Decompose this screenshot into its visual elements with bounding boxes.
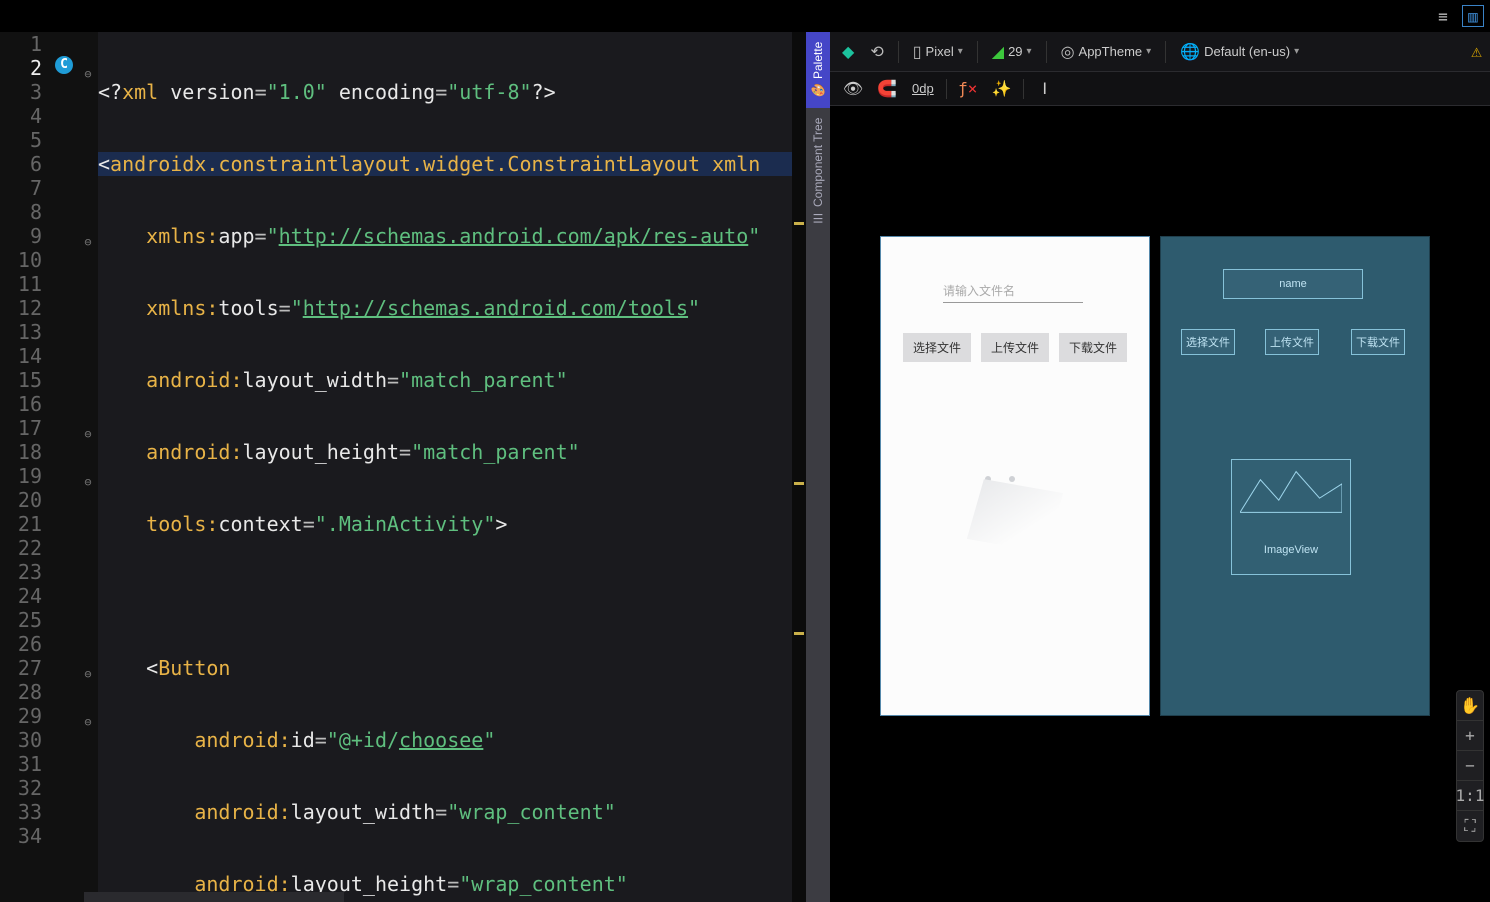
chevron-down-icon: ▾: [1294, 46, 1299, 57]
zoom-in-icon[interactable]: +: [1457, 721, 1483, 751]
layout-preview: ◆ ⟲ ▯Pixel▾ ◢29▾ ◎AppTheme▾ 🌐Default (en…: [830, 32, 1490, 902]
locale-select[interactable]: 🌐Default (en-us)▾: [1176, 40, 1303, 64]
chevron-down-icon: ▾: [1027, 46, 1032, 57]
preview-topbar: ◆ ⟲ ▯Pixel▾ ◢29▾ ◎AppTheme▾ 🌐Default (en…: [830, 32, 1490, 72]
annotation-gutter: C: [52, 32, 78, 902]
layout-icon[interactable]: ▥: [1462, 5, 1484, 27]
zoom-out-icon[interactable]: −: [1457, 751, 1483, 781]
bp-choose-file-button[interactable]: 选择文件: [1181, 329, 1235, 355]
palette-tab[interactable]: 🎨 Palette: [806, 32, 830, 108]
bp-upload-file-button[interactable]: 上传文件: [1265, 329, 1319, 355]
zoom-1-1-icon[interactable]: 1:1: [1457, 781, 1483, 811]
marker-bar[interactable]: [792, 32, 806, 902]
theme-select[interactable]: ◎AppTheme▾: [1057, 40, 1156, 64]
chevron-down-icon: ▾: [958, 46, 963, 57]
filename-input[interactable]: 请输入文件名: [943, 279, 1083, 303]
warning-icon[interactable]: ⚠: [1471, 41, 1482, 62]
bp-imageview[interactable]: ImageView: [1231, 459, 1351, 575]
image-placeholder-icon: [975, 456, 1055, 536]
stack-icon: ◆: [842, 42, 854, 62]
globe-icon: 🌐: [1180, 42, 1200, 62]
pan-hand-icon[interactable]: ✋: [1457, 691, 1483, 721]
tree-icon: ☰: [811, 211, 825, 225]
theme-icon: ◎: [1061, 42, 1075, 62]
design-view[interactable]: 请输入文件名 选择文件 上传文件 下载文件: [880, 236, 1150, 716]
code-area[interactable]: <?xml version="1.0" encoding="utf-8"?> <…: [98, 32, 792, 902]
download-file-button[interactable]: 下载文件: [1059, 333, 1127, 362]
line-gutter: 1234567891011121314151617181920212223242…: [0, 32, 52, 902]
change-badge-icon: C: [55, 56, 73, 74]
surface-select[interactable]: ◆: [838, 40, 858, 64]
zoom-controls: ✋ + − 1:1 ⛶: [1456, 690, 1484, 842]
fold-gutter[interactable]: ⊖⊖⊖⊖⊖⊖: [78, 32, 98, 902]
magnet-icon[interactable]: 🧲: [872, 76, 902, 102]
horizontal-scrollbar[interactable]: [84, 892, 344, 902]
infer-constraints-icon[interactable]: ✨: [987, 76, 1017, 102]
phone-icon: ▯: [913, 42, 922, 62]
chevron-down-icon: ▾: [1146, 46, 1151, 57]
menu-icon[interactable]: ≡: [1432, 5, 1454, 27]
orientation-select[interactable]: ⟲: [866, 40, 887, 64]
canvas-area[interactable]: 请输入文件名 选择文件 上传文件 下载文件 name 选择文件 上传文件: [830, 106, 1490, 902]
component-tree-tab[interactable]: ☰ Component Tree: [806, 108, 830, 902]
android-icon: ◢: [992, 42, 1004, 62]
side-tabs: 🎨 Palette ☰ Component Tree: [806, 32, 830, 902]
clear-constraints-icon[interactable]: ƒ×: [953, 76, 983, 102]
eye-icon[interactable]: 👁: [838, 76, 868, 102]
guidelines-icon[interactable]: Ⅰ: [1030, 76, 1060, 102]
upload-file-button[interactable]: 上传文件: [981, 333, 1049, 362]
bp-download-file-button[interactable]: 下载文件: [1351, 329, 1405, 355]
blueprint-view[interactable]: name 选择文件 上传文件 下载文件 ImageView: [1160, 236, 1430, 716]
choose-file-button[interactable]: 选择文件: [903, 333, 971, 362]
palette-icon: 🎨: [811, 83, 825, 98]
orientation-icon: ⟲: [870, 42, 883, 62]
mountain-icon: [1240, 468, 1342, 516]
api-select[interactable]: ◢29▾: [988, 40, 1036, 64]
default-margin[interactable]: 0dp: [906, 76, 940, 102]
preview-toolbar2: 👁 🧲 0dp ƒ× ✨ Ⅰ: [830, 72, 1490, 106]
bp-name-field[interactable]: name: [1223, 269, 1363, 299]
device-select[interactable]: ▯Pixel▾: [909, 40, 967, 64]
zoom-fit-icon[interactable]: ⛶: [1457, 811, 1483, 841]
editor[interactable]: 1234567891011121314151617181920212223242…: [0, 32, 806, 902]
